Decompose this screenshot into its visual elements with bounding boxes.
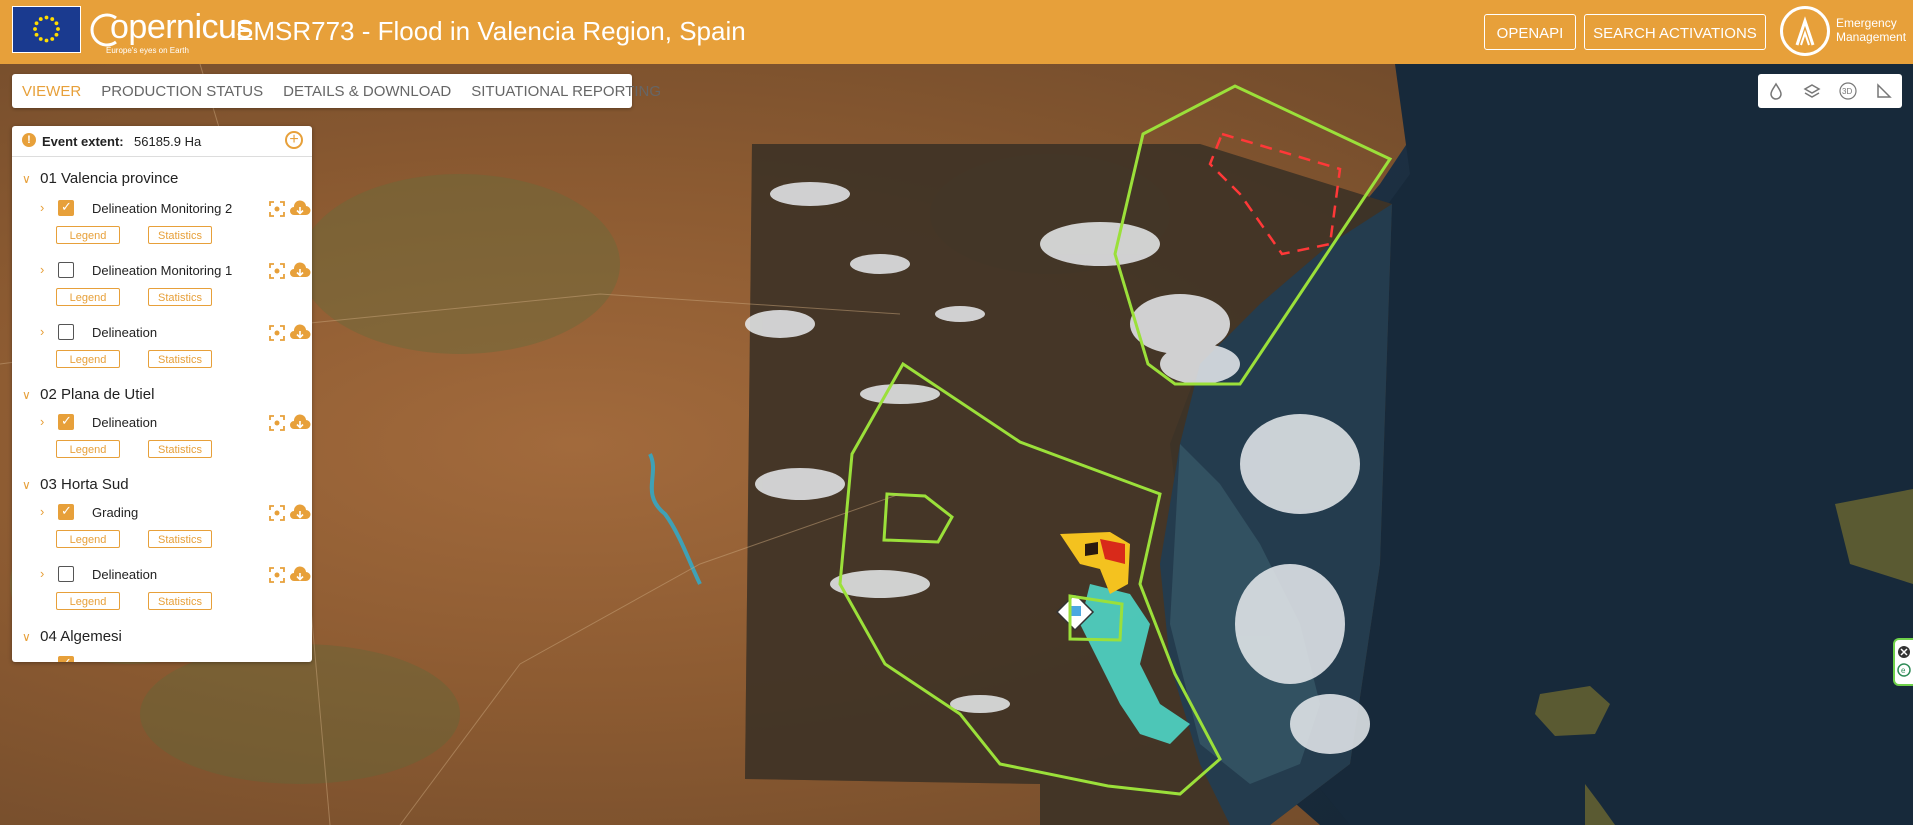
copernicus-logo[interactable]: opernicus Europe's eyes on Earth [86, 6, 253, 56]
event-extent-bar: ! Event extent: 56185.9 Ha + [12, 126, 312, 157]
group-01-valencia-province[interactable]: ∨ 01 Valencia province [22, 170, 178, 187]
zoom-to-icon[interactable] [268, 504, 286, 522]
svg-text:3D: 3D [1842, 87, 1852, 96]
measure-icon[interactable] [1872, 79, 1896, 103]
zoom-to-icon[interactable] [268, 566, 286, 584]
download-icon[interactable] [289, 414, 311, 432]
layer-checkbox[interactable] [58, 413, 74, 430]
layer-name: Delineation [92, 325, 158, 340]
layer-name: Delineation [92, 415, 158, 430]
chevron-down-icon: ∨ [22, 478, 31, 492]
page-title: EMSR773 - Flood in Valencia Region, Spai… [236, 16, 746, 46]
group-name: 01 Valencia province [40, 170, 179, 187]
eu-flag-logo [12, 6, 81, 53]
download-icon[interactable] [289, 200, 311, 218]
statistics-button[interactable]: Statistics [148, 226, 212, 244]
layer-checkbox[interactable] [58, 566, 74, 582]
layer-checkbox[interactable] [58, 324, 74, 340]
openapi-button[interactable]: OPENAPI [1484, 14, 1576, 50]
expand-arrow-icon[interactable]: › [40, 262, 44, 277]
tab-situational-reporting[interactable]: SITUATIONAL REPORTING [461, 83, 671, 100]
drop-icon[interactable] [1764, 79, 1788, 103]
layer-row: › Grading [40, 502, 311, 524]
logo-tagline: Europe's eyes on Earth [106, 46, 189, 55]
chevron-down-icon: ∨ [22, 630, 31, 644]
layers-panel: ! Event extent: 56185.9 Ha + ∨ 01 Valenc… [12, 126, 312, 662]
layer-row: › Delineation [40, 564, 311, 586]
tab-viewer[interactable]: VIEWER [12, 83, 91, 100]
download-icon[interactable] [289, 262, 311, 280]
layer-row: › Delineation [40, 412, 311, 434]
logo-text: opernicus [110, 8, 253, 46]
layer-checkbox[interactable] [58, 655, 74, 662]
layer-row: › Delineation Monitoring 2 [40, 198, 311, 220]
app-header: opernicus Europe's eyes on Earth EMSR773… [0, 0, 1913, 64]
zoom-to-icon[interactable] [268, 262, 286, 280]
3d-icon[interactable]: 3D [1836, 79, 1860, 103]
search-activations-button[interactable]: SEARCH ACTIVATIONS [1584, 14, 1766, 50]
warning-icon: ! [22, 133, 36, 147]
layers-icon[interactable] [1800, 79, 1824, 103]
event-extent-label: Event extent: [42, 134, 124, 149]
legend-button[interactable]: Legend [56, 592, 120, 610]
legend-button[interactable]: Legend [56, 530, 120, 548]
legend-button[interactable]: Legend [56, 350, 120, 368]
expand-arrow-icon[interactable]: › [40, 504, 44, 519]
layer-checkbox[interactable] [58, 199, 74, 216]
layer-checkbox[interactable] [58, 262, 74, 278]
chevron-down-icon: ∨ [22, 172, 31, 186]
expand-arrow-icon[interactable]: › [40, 324, 44, 339]
group-02-plana-de-utiel[interactable]: ∨ 02 Plana de Utiel [22, 386, 154, 403]
group-name: 03 Horta Sud [40, 476, 129, 493]
download-icon[interactable] [289, 566, 311, 584]
group-name: 02 Plana de Utiel [40, 386, 155, 403]
statistics-button[interactable]: Statistics [148, 440, 212, 458]
download-icon[interactable] [289, 324, 311, 342]
layer-name: Grading [92, 505, 139, 520]
em-logo-line2: Management [1836, 30, 1907, 44]
side-toggle-widget[interactable]: e [1893, 638, 1913, 686]
emergency-management-logo[interactable]: Emergency Management [1780, 4, 1910, 60]
expand-arrow-icon[interactable]: › [40, 566, 44, 581]
event-extent-value: 56185.9 Ha [134, 134, 202, 149]
layer-name: Delineation Monitoring 1 [92, 263, 233, 278]
expand-arrow-icon[interactable]: › [40, 200, 44, 215]
download-icon[interactable] [289, 504, 311, 522]
zoom-to-icon[interactable] [268, 200, 286, 218]
tab-details-download[interactable]: DETAILS & DOWNLOAD [273, 83, 461, 100]
zoom-to-icon[interactable] [268, 414, 286, 432]
group-04-algemesi[interactable]: ∨ 04 Algemesi [22, 628, 122, 645]
statistics-button[interactable]: Statistics [148, 530, 212, 548]
chevron-down-icon: ∨ [22, 388, 31, 402]
statistics-button[interactable]: Statistics [148, 288, 212, 306]
em-circle-icon [1780, 6, 1830, 56]
view-tabs: VIEWER PRODUCTION STATUS DETAILS & DOWNL… [12, 74, 661, 108]
statistics-button[interactable]: Statistics [148, 592, 212, 610]
layer-row: › Delineation Monitoring 1 [40, 260, 311, 282]
zoom-to-icon[interactable] [268, 324, 286, 342]
add-icon[interactable]: + [285, 131, 303, 149]
layer-checkbox[interactable] [58, 503, 74, 520]
layer-name: Delineation [92, 567, 158, 582]
layer-row: › Delineation [40, 322, 311, 344]
layer-name: Delineation Monitoring 2 [92, 201, 233, 216]
group-name: 04 Algemesi [40, 628, 122, 645]
legend-button[interactable]: Legend [56, 288, 120, 306]
expand-arrow-icon[interactable]: › [40, 414, 44, 429]
em-logo-line1: Emergency [1836, 16, 1897, 30]
legend-button[interactable]: Legend [56, 440, 120, 458]
svg-text:e: e [1901, 666, 1906, 675]
map-tools: 3D [1758, 74, 1902, 108]
legend-button[interactable]: Legend [56, 226, 120, 244]
layer-row-partial [40, 654, 305, 662]
statistics-button[interactable]: Statistics [148, 350, 212, 368]
tab-production-status[interactable]: PRODUCTION STATUS [91, 83, 273, 100]
group-03-horta-sud[interactable]: ∨ 03 Horta Sud [22, 476, 129, 493]
